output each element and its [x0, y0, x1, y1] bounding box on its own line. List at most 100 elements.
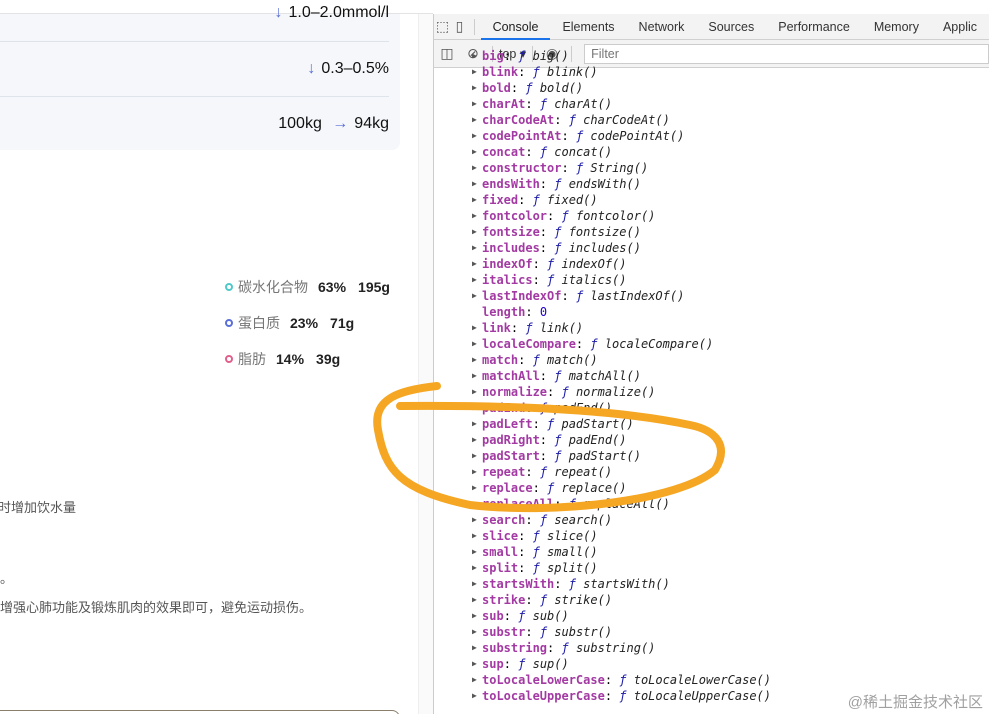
console-property-row[interactable]: ▶ strike: ƒ strike() [434, 592, 989, 608]
console-property-row[interactable]: ▶ blink: ƒ blink() [434, 64, 989, 80]
expand-triangle-icon[interactable]: ▶ [472, 608, 477, 624]
console-property-row[interactable]: ▶ concat: ƒ concat() [434, 144, 989, 160]
expand-triangle-icon[interactable]: ▶ [472, 544, 477, 560]
colon: : [525, 97, 540, 111]
console-property-row[interactable]: ▶ startsWith: ƒ startsWith() [434, 576, 989, 592]
expand-triangle-icon[interactable]: ▶ [472, 560, 477, 576]
console-property-row[interactable]: ▶ replaceAll: ƒ replaceAll() [434, 496, 989, 512]
expand-triangle-icon[interactable]: ▶ [472, 224, 477, 240]
expand-triangle-icon[interactable]: ▶ [472, 640, 477, 656]
console-property-row[interactable]: ▶ lastIndexOf: ƒ lastIndexOf() [434, 288, 989, 304]
expand-triangle-icon[interactable]: ▶ [472, 624, 477, 640]
property-key: includes [482, 241, 540, 255]
console-property-row[interactable]: ▶ charCodeAt: ƒ charCodeAt() [434, 112, 989, 128]
console-property-row[interactable]: ▶ fixed: ƒ fixed() [434, 192, 989, 208]
expand-triangle-icon[interactable]: ▶ [472, 208, 477, 224]
console-property-row[interactable]: ▶ small: ƒ small() [434, 544, 989, 560]
console-property-row[interactable]: ▶ localeCompare: ƒ localeCompare() [434, 336, 989, 352]
expand-triangle-icon[interactable]: ▶ [472, 512, 477, 528]
property-key: endsWith [482, 177, 540, 191]
expand-triangle-icon[interactable]: ▶ [472, 160, 477, 176]
console-property-row[interactable]: ▶ padStart: ƒ padStart() [434, 448, 989, 464]
console-property-row[interactable]: ▶ sub: ƒ sub() [434, 608, 989, 624]
console-property-row[interactable]: ▶ padEnd: ƒ padEnd() [434, 400, 989, 416]
tab-console[interactable]: Console [480, 14, 551, 40]
tab-performance[interactable]: Performance [766, 14, 862, 40]
tab-application[interactable]: Applic [931, 14, 989, 40]
console-property-row[interactable]: ▶ charAt: ƒ charAt() [434, 96, 989, 112]
expand-triangle-icon[interactable]: ▶ [472, 288, 477, 304]
expand-triangle-icon[interactable]: ▶ [472, 240, 477, 256]
expand-triangle-icon[interactable]: ▶ [472, 368, 477, 384]
colon: : [518, 545, 533, 559]
console-property-row[interactable]: ▶ includes: ƒ includes() [434, 240, 989, 256]
console-property-row[interactable]: ▶ substr: ƒ substr() [434, 624, 989, 640]
expand-triangle-icon[interactable]: ▶ [472, 272, 477, 288]
tab-elements[interactable]: Elements [550, 14, 626, 40]
inspect-element-icon[interactable]: ⬚ [434, 18, 451, 35]
expand-triangle-icon[interactable]: ▶ [472, 480, 477, 496]
expand-triangle-icon[interactable]: ▶ [472, 448, 477, 464]
tab-network[interactable]: Network [627, 14, 697, 40]
expand-triangle-icon[interactable]: ▶ [472, 96, 477, 112]
colon: : [510, 81, 526, 95]
console-property-row[interactable]: ▶ fontsize: ƒ fontsize() [434, 224, 989, 240]
console-property-row[interactable]: ▶ codePointAt: ƒ codePointAt() [434, 128, 989, 144]
expand-triangle-icon[interactable]: ▶ [472, 336, 477, 352]
tab-sources[interactable]: Sources [696, 14, 766, 40]
expand-triangle-icon[interactable]: ▶ [472, 400, 477, 416]
expand-triangle-icon[interactable]: ▶ [472, 688, 477, 704]
property-key: padRight [482, 433, 540, 447]
console-property-row[interactable]: ▶ padLeft: ƒ padStart() [434, 416, 989, 432]
console-property-row[interactable]: ▶ fontcolor: ƒ fontcolor() [434, 208, 989, 224]
expand-triangle-icon[interactable]: ▶ [472, 144, 477, 160]
console-property-row[interactable]: ▶ toLocaleLowerCase: ƒ toLocaleLowerCase(… [434, 672, 989, 688]
expand-triangle-icon[interactable]: ▶ [472, 592, 477, 608]
console-property-row[interactable]: ▶ italics: ƒ italics() [434, 272, 989, 288]
expand-triangle-icon[interactable]: ▶ [472, 80, 477, 96]
expand-triangle-icon[interactable]: ▶ [472, 464, 477, 480]
expand-triangle-icon[interactable]: ▶ [472, 432, 477, 448]
page-scrollbar[interactable] [418, 14, 433, 714]
expand-triangle-icon[interactable]: ▶ [472, 176, 477, 192]
console-property-row[interactable]: ▶ search: ƒ search() [434, 512, 989, 528]
function-icon: ƒ [539, 97, 555, 111]
expand-triangle-icon[interactable]: ▶ [472, 528, 477, 544]
console-property-row[interactable]: length: 0 [434, 304, 989, 320]
colon: : [525, 625, 540, 639]
console-property-row[interactable]: ▶ matchAll: ƒ matchAll() [434, 368, 989, 384]
expand-triangle-icon[interactable]: ▶ [472, 576, 477, 592]
expand-triangle-icon[interactable]: ▶ [472, 416, 477, 432]
console-property-row[interactable]: ▶ split: ƒ split() [434, 560, 989, 576]
expand-triangle-icon[interactable]: ▶ [472, 672, 477, 688]
console-property-row[interactable]: ▶ sup: ƒ sup() [434, 656, 989, 672]
expand-triangle-icon[interactable]: ▶ [472, 112, 477, 128]
console-property-row[interactable]: ▶ link: ƒ link() [434, 320, 989, 336]
expand-triangle-icon[interactable]: ▶ [472, 192, 477, 208]
console-property-row[interactable]: ▶ replace: ƒ replace() [434, 480, 989, 496]
expand-triangle-icon[interactable]: ▶ [472, 128, 477, 144]
expand-triangle-icon[interactable]: ▶ [472, 48, 477, 64]
console-property-row[interactable]: ▶ normalize: ƒ normalize() [434, 384, 989, 400]
expand-triangle-icon[interactable]: ▶ [472, 656, 477, 672]
console-property-row[interactable]: ▶ indexOf: ƒ indexOf() [434, 256, 989, 272]
expand-triangle-icon[interactable]: ▶ [472, 64, 477, 80]
console-property-row[interactable]: ▶ padRight: ƒ padEnd() [434, 432, 989, 448]
console-property-row[interactable]: ▶ repeat: ƒ repeat() [434, 464, 989, 480]
tab-memory[interactable]: Memory [862, 14, 931, 40]
console-property-row[interactable]: ▶ constructor: ƒ String() [434, 160, 989, 176]
device-toolbar-icon[interactable]: ▯ [451, 18, 468, 35]
property-value: toLocaleLowerCase() [633, 673, 772, 687]
console-property-row[interactable]: ▶ slice: ƒ slice() [434, 528, 989, 544]
console-property-row[interactable]: ▶ substring: ƒ substring() [434, 640, 989, 656]
console-property-row[interactable]: ▶ match: ƒ match() [434, 352, 989, 368]
expand-triangle-icon[interactable]: ▶ [472, 320, 477, 336]
console-property-row[interactable]: ▶ bold: ƒ bold() [434, 80, 989, 96]
expand-triangle-icon[interactable]: ▶ [472, 256, 477, 272]
property-value: endsWith() [568, 177, 641, 191]
expand-triangle-icon[interactable]: ▶ [472, 352, 477, 368]
console-property-row[interactable]: ▶ big: ƒ big() [434, 48, 989, 64]
console-property-row[interactable]: ▶ endsWith: ƒ endsWith() [434, 176, 989, 192]
expand-triangle-icon[interactable]: ▶ [472, 384, 477, 400]
expand-triangle-icon[interactable]: ▶ [472, 496, 477, 512]
